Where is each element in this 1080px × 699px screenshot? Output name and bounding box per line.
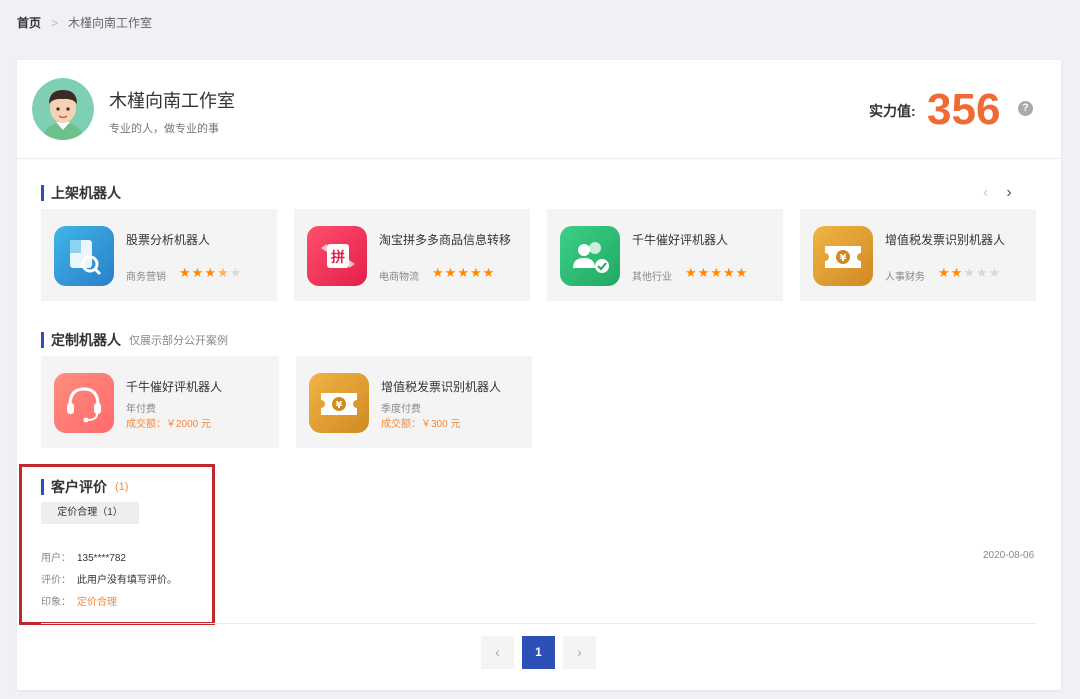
carousel-next-button[interactable]: ›: [1006, 184, 1011, 202]
section-subtitle: 仅展示部分公开案例: [129, 335, 228, 347]
rating-stars: ★★★★★: [179, 265, 243, 280]
robot-name: 千牛催好评机器人: [632, 233, 729, 247]
studio-name: 木槿向南工作室: [109, 91, 235, 111]
custom-robot-card[interactable]: ¥ 增值税发票识别机器人 季度付费 成交额：￥300 元: [296, 356, 532, 448]
headset-icon: [54, 373, 114, 433]
robot-name: 增值税发票识别机器人: [381, 380, 502, 394]
avatar: [32, 78, 94, 140]
svg-text:¥: ¥: [840, 253, 847, 264]
highlight-box: [19, 464, 215, 625]
help-icon[interactable]: ?: [1018, 101, 1033, 116]
robot-name: 股票分析机器人: [126, 233, 211, 247]
invoice-ticket-icon: ¥: [813, 226, 873, 286]
robot-name: 千牛催好评机器人: [126, 380, 223, 394]
robot-category: 人事财务: [885, 272, 925, 283]
robot-category: 电商物流: [379, 272, 419, 283]
custom-robot-card[interactable]: 千牛催好评机器人 年付费 成交额：￥2000 元: [41, 356, 279, 448]
robot-card[interactable]: ¥ 增值税发票识别机器人 人事财务 ★★★★★: [800, 209, 1036, 301]
divider: [41, 623, 1036, 624]
rating-stars: ★★★★★: [432, 265, 496, 280]
breadcrumb-current: 木槿向南工作室: [68, 16, 153, 30]
pagination-prev-button[interactable]: ‹: [481, 636, 514, 669]
review-date: 2020-08-06: [983, 550, 1035, 561]
section-title-text: 上架机器人: [51, 185, 121, 201]
rating-stars: ★★★★★: [685, 265, 749, 280]
carousel-prev-button[interactable]: ‹: [983, 184, 988, 202]
pinduoduo-transfer-icon: 拼: [307, 226, 367, 286]
payment-type: 年付费: [126, 404, 156, 415]
rating-stars: ★★★★★: [938, 265, 1002, 280]
svg-text:¥: ¥: [336, 400, 343, 411]
power-label: 实力值:: [869, 103, 916, 119]
custom-robots-title: 定制机器人 仅展示部分公开案例: [41, 330, 228, 350]
power-value: 356: [927, 85, 1001, 134]
robot-category: 商务营销: [126, 272, 166, 283]
robot-name: 淘宝拼多多商品信息转移: [379, 233, 512, 247]
studio-card: 木槿向南工作室 专业的人，做专业的事 实力值: 356 ? 上架机器人 ‹ › …: [17, 60, 1061, 690]
stock-analysis-icon: [54, 226, 114, 286]
studio-slogan: 专业的人，做专业的事: [109, 123, 219, 135]
robot-card[interactable]: 拼 淘宝拼多多商品信息转移 电商物流 ★★★★★: [294, 209, 530, 301]
payment-type: 季度付费: [381, 404, 421, 415]
deal-amount: 成交额：￥300 元: [381, 419, 461, 430]
robot-category: 其他行业: [632, 272, 672, 283]
review-users-icon: [560, 226, 620, 286]
deal-amount: 成交额：￥2000 元: [126, 419, 212, 430]
breadcrumb-separator: >: [51, 15, 59, 30]
pagination-next-button[interactable]: ›: [563, 636, 596, 669]
section-title-text: 定制机器人: [51, 332, 121, 348]
pagination-page-1[interactable]: 1: [522, 636, 555, 669]
robot-card[interactable]: 股票分析机器人 商务营销 ★★★★★: [41, 209, 277, 301]
robot-name: 增值税发票识别机器人: [885, 233, 1006, 247]
invoice-ticket-icon: ¥: [309, 373, 369, 433]
breadcrumb-home-link[interactable]: 首页: [17, 14, 41, 31]
section-bar: [41, 185, 44, 201]
carousel-nav: ‹ ›: [983, 184, 1012, 202]
robot-card[interactable]: 千牛催好评机器人 其他行业 ★★★★★: [547, 209, 783, 301]
breadcrumb: 首页 > 木槿向南工作室: [17, 14, 152, 31]
listed-robots-title: 上架机器人: [41, 183, 121, 203]
section-bar: [41, 332, 44, 348]
profile-header: 木槿向南工作室 专业的人，做专业的事 实力值: 356 ?: [17, 60, 1061, 159]
svg-text:拼: 拼: [331, 249, 345, 266]
